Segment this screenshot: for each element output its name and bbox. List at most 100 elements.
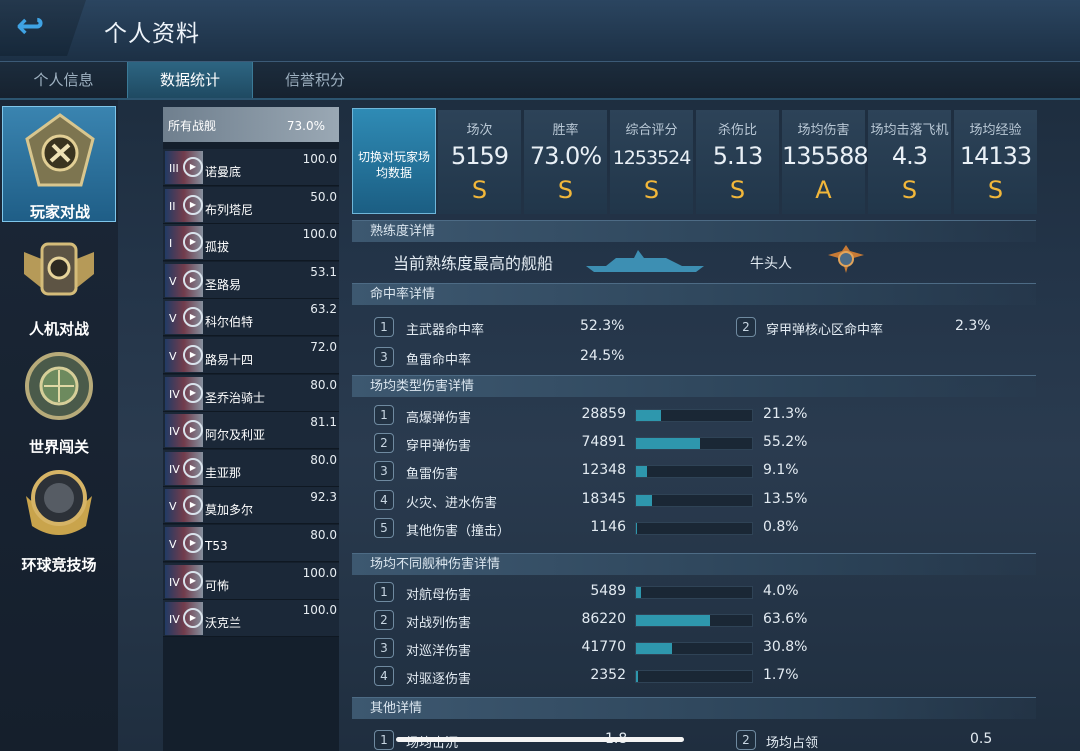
ship-tier: IV: [169, 462, 180, 476]
damage_type-value: 12348: [581, 462, 626, 479]
mode-pve[interactable]: 人机对战: [2, 224, 116, 340]
damage_class-label: 对驱逐伤害: [406, 672, 472, 687]
stat-value: 4.3: [891, 142, 928, 170]
damage_class-value: 5489: [590, 583, 626, 599]
accuracy-value: 52.3%: [580, 318, 625, 334]
ship-class-icon: ▶: [183, 194, 203, 215]
ship-list: 所有战舰 73.0% III ▶ 诺曼底 100.0 II ▶ 布列塔尼 50.0 I ▶ 孤拔 10…: [163, 107, 339, 751]
ship-row[interactable]: IV ▶ 可怖 100.0: [163, 562, 339, 600]
stat-value: 73.0%: [529, 142, 602, 170]
switch-average-data-button[interactable]: 切换对玩家场均数据: [352, 108, 436, 214]
damage_type-label: 其他伤害（撞击）: [406, 523, 511, 539]
ship-name: 阿尔及利亚: [205, 428, 266, 443]
damage_type-percent: 9.1%: [763, 462, 799, 479]
ship-row[interactable]: IV ▶ 圣乔治骑士 80.0: [163, 374, 339, 412]
damage_class-value: 86220: [581, 611, 626, 627]
ship-tier: V: [169, 500, 177, 514]
stat-grade: S: [643, 176, 660, 204]
ship-row[interactable]: I ▶ 孤拔 100.0: [163, 224, 339, 262]
ship-name: 圭亚那: [205, 465, 242, 480]
ship-winrate: 50.0: [310, 189, 337, 204]
damage_type-percent: 13.5%: [763, 490, 808, 507]
global-arena-emblem-icon: [26, 470, 92, 535]
ship-row[interactable]: IV ▶ 沃克兰 100.0: [163, 600, 339, 638]
tab-reputation[interactable]: 信誉积分: [253, 62, 377, 98]
ship-class-icon: ▶: [183, 269, 203, 290]
ship-name: 圣路易: [205, 277, 242, 292]
stat-value: 5159: [450, 142, 509, 170]
stats-panel: 切换对玩家场均数据 场次 5159 S 胜率 73.0% S 综合评分 1253524 S 杀伤比…: [340, 100, 1080, 751]
stat-grade: S: [557, 176, 574, 204]
accuracy-section-header: 命中率详情: [352, 283, 1036, 305]
ship-row[interactable]: V ▶ T53 80.0: [163, 525, 339, 562]
proficiency-section-header: 熟练度详情: [352, 220, 1036, 242]
ship-class-icon: ▶: [183, 382, 203, 403]
ship-winrate: 100.0: [302, 603, 337, 618]
ship-name: 圣乔治骑士: [205, 390, 266, 405]
mode-pvp-label: 玩家对战: [29, 203, 90, 221]
row-number: 5: [374, 517, 394, 538]
ship-row[interactable]: IV ▶ 阿尔及利亚 81.1: [163, 412, 339, 450]
damage_class-percent: 30.8%: [763, 639, 808, 655]
ship-row[interactable]: IV ▶ 圭亚那 80.0: [163, 449, 339, 487]
stat-label: 场次: [466, 123, 493, 138]
stat-label: 场均击落飞机: [870, 123, 949, 138]
row-number: 1: [374, 730, 394, 750]
ship-winrate: 100.0: [302, 565, 337, 580]
row-number: 2: [736, 730, 756, 750]
ship-winrate: 100.0: [302, 152, 337, 166]
stat-value: 5.13: [712, 142, 763, 170]
damage_type-bar-fill: [636, 494, 652, 506]
damage_type-value: 18345: [581, 490, 626, 507]
stat-box: 综合评分 1253524 S: [610, 110, 693, 214]
back-arrow-icon: ↩: [16, 6, 45, 46]
world-campaign-emblem-icon: [25, 352, 93, 420]
row-number: 4: [374, 489, 394, 510]
damage_type-bar-fill: [636, 466, 647, 478]
damage_type-label: 鱼雷伤害: [406, 467, 459, 483]
ship-row[interactable]: V ▶ 科尔伯特 63.2: [163, 299, 339, 337]
stat-box: 场均经验 14133 S: [954, 110, 1037, 214]
ship-row[interactable]: II ▶ 布列塔尼 50.0: [163, 186, 339, 224]
mode-world-campaign[interactable]: 世界闯关: [2, 342, 116, 458]
back-button[interactable]: ↩: [0, 0, 86, 56]
row-number: 1: [374, 405, 394, 425]
tab-personal-info[interactable]: 个人信息: [0, 62, 127, 98]
ship-name: 孤拔: [205, 240, 230, 255]
damage_type-label: 高爆弹伤害: [406, 411, 472, 426]
all-ships-item[interactable]: 所有战舰 73.0%: [163, 107, 339, 142]
stat-label: 杀伤比: [717, 123, 757, 138]
damage_class-bar-fill: [636, 643, 672, 654]
damage_class-label: 对航母伤害: [406, 588, 472, 603]
ship-winrate: 72.0: [310, 340, 337, 354]
ship-name: T53: [205, 539, 228, 553]
home-indicator[interactable]: [396, 737, 684, 742]
tab-data-stats[interactable]: 数据统计: [127, 62, 253, 98]
stat-box: 场均伤害 135588 A: [782, 110, 869, 214]
damage-type-section-header: 场均类型伤害详情: [352, 375, 1036, 397]
ship-row[interactable]: III ▶ 诺曼底 100.0: [163, 149, 339, 186]
ship-row[interactable]: V ▶ 莫加多尔 92.3: [163, 487, 339, 525]
stat-label: 综合评分: [625, 123, 678, 138]
damage_type-percent: 0.8%: [763, 518, 799, 535]
stat-value: 14133: [959, 142, 1032, 170]
stat-box: 场均击落飞机 4.3 S: [868, 110, 951, 214]
mode-pvp[interactable]: 玩家对战: [2, 106, 116, 222]
ship-name: 科尔伯特: [205, 315, 254, 330]
all-ships-label: 所有战舰: [168, 119, 217, 133]
ship-tier: IV: [169, 575, 180, 589]
proficiency-text: 当前熟练度最高的舰船: [393, 254, 554, 273]
damage_class-label: 对战列伤害: [406, 616, 472, 631]
mode-global-arena[interactable]: 环球竞技场: [2, 460, 116, 576]
ship-tier: III: [169, 162, 179, 175]
damage-class-section-header: 场均不同舰种伤害详情: [352, 553, 1036, 575]
damage_class-bar: [635, 642, 753, 655]
damage_type-bar: [635, 465, 753, 479]
ship-tier: IV: [169, 425, 180, 439]
damage_type-value: 74891: [581, 434, 626, 451]
ship-name: 诺曼底: [205, 165, 242, 179]
damage_type-bar: [635, 493, 753, 507]
ship-row[interactable]: V ▶ 路易十四 72.0: [163, 337, 339, 374]
ship-winrate: 92.3: [310, 490, 337, 505]
ship-row[interactable]: V ▶ 圣路易 53.1: [163, 261, 339, 299]
